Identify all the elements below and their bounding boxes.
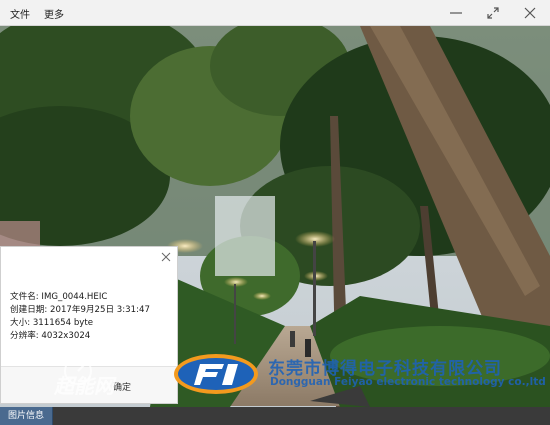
info-size-value: 3111654 byte <box>32 318 94 328</box>
info-created-row: 创建日期: 2017年9月25日 3:31:47 <box>10 304 150 317</box>
minimize-icon <box>450 12 462 14</box>
brand-logo <box>174 354 258 394</box>
menu-file[interactable]: 文件 <box>10 6 30 21</box>
site-watermark-text: 超能网 <box>53 374 117 398</box>
info-created-label: 创建日期: <box>10 305 48 315</box>
tab-image-info[interactable]: 图片信息 <box>0 407 54 425</box>
bottom-bar: 图片信息 <box>0 407 550 425</box>
site-watermark: 超能网 <box>53 357 117 398</box>
info-size-row: 大小: 3111654 byte <box>10 317 150 330</box>
minimize-button[interactable] <box>441 0 471 26</box>
close-button[interactable] <box>515 0 545 26</box>
close-icon[interactable] <box>161 252 171 262</box>
info-created-value: 2017年9月25日 3:31:47 <box>50 305 150 315</box>
info-resolution-label: 分辨率: <box>10 331 39 341</box>
info-size-label: 大小: <box>10 318 31 328</box>
title-bar: 文件 更多 <box>0 0 550 26</box>
info-filename-value: IMG_0044.HEIC <box>41 292 108 302</box>
fullscreen-icon <box>487 7 499 19</box>
info-resolution-value: 4032x3024 <box>41 331 91 341</box>
info-resolution-row: 分辨率: 4032x3024 <box>10 330 150 343</box>
info-filename-row: 文件名: IMG_0044.HEIC <box>10 291 150 304</box>
menu-more[interactable]: 更多 <box>44 6 64 21</box>
fullscreen-button[interactable] <box>478 0 508 26</box>
close-icon <box>524 7 536 19</box>
brand-name-en: Dongguan Feiyao electronic technology co… <box>270 376 546 388</box>
info-lines: 文件名: IMG_0044.HEIC 创建日期: 2017年9月25日 3:31… <box>10 291 150 343</box>
info-filename-label: 文件名: <box>10 292 39 302</box>
